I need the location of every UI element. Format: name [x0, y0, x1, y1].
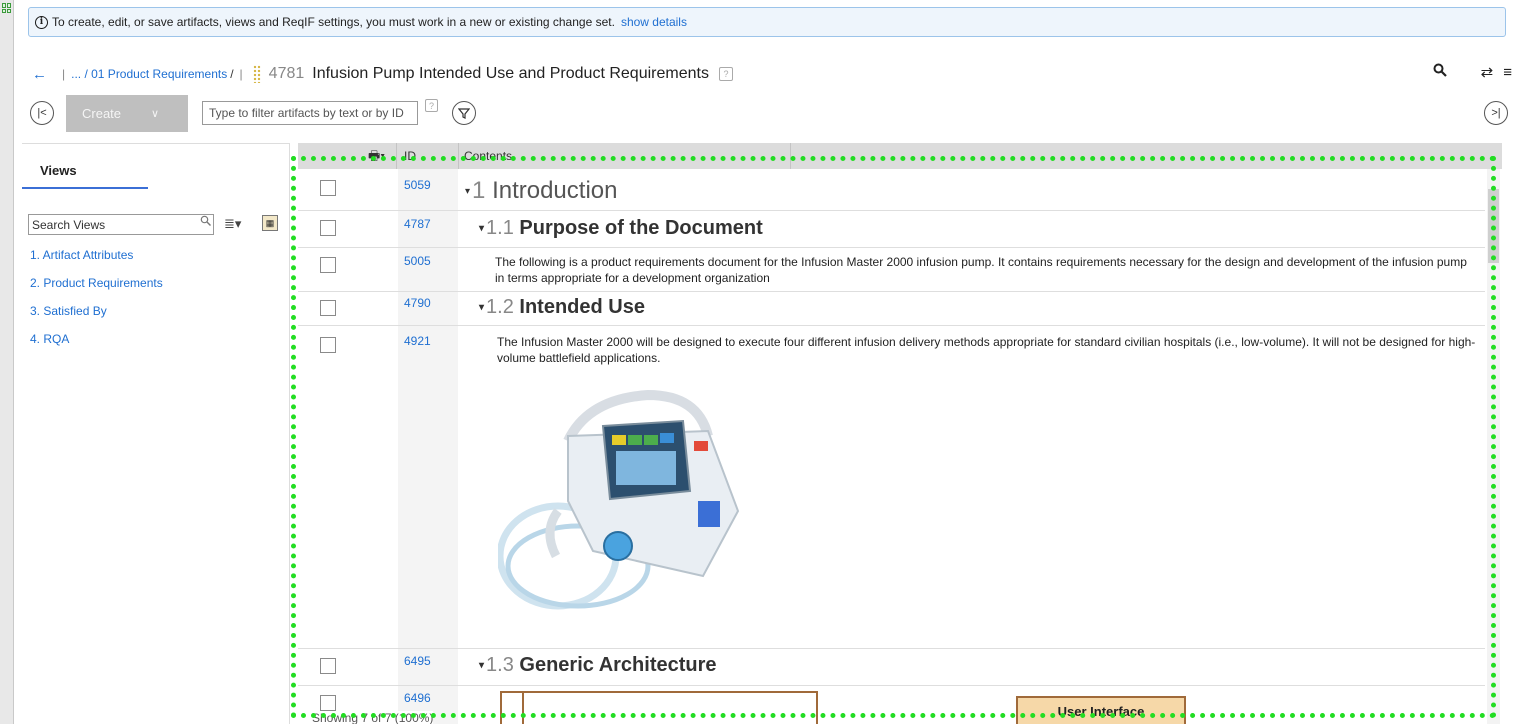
show-details-link[interactable]: show details	[621, 15, 687, 29]
heading-2: ▾ 1.2 Intended Use	[479, 296, 645, 319]
column-divider	[458, 143, 459, 169]
app-gutter	[0, 0, 14, 724]
change-set-banner: i To create, edit, or save artifacts, vi…	[28, 7, 1506, 37]
breadcrumb-slash: /	[230, 67, 234, 81]
artifact-id-link[interactable]: 4790	[404, 296, 431, 310]
collapse-caret-icon[interactable]: ▾	[479, 302, 484, 313]
artifact-text: The following is a product requirements …	[495, 255, 1467, 285]
column-header-id[interactable]: ID	[404, 149, 416, 163]
banner-message: To create, edit, or save artifacts, view…	[52, 15, 615, 29]
view-item-product-requirements[interactable]: 2. Product Requirements	[30, 275, 163, 303]
table-row[interactable]: 6496	[298, 686, 1485, 724]
row-checkbox[interactable]	[320, 337, 336, 353]
views-panel: Views ≣▾ ▦ 1. Artifact Attributes 2. Pro…	[22, 143, 290, 724]
user-interface-diagram-box: User Interface	[1016, 696, 1186, 724]
refresh-icon[interactable]: ⇄ ≡	[1481, 63, 1512, 82]
table-row[interactable]: 6495 ▾ 1.3 Generic Architecture	[298, 649, 1485, 686]
artifact-id-link[interactable]: 4921	[404, 334, 431, 348]
search-views-input[interactable]	[28, 214, 214, 235]
artifact-text: The Infusion Master 2000 will be designe…	[497, 335, 1476, 365]
table-row[interactable]: 4790 ▾ 1.2 Intended Use	[298, 292, 1485, 326]
column-divider	[396, 143, 397, 169]
column-divider	[790, 143, 791, 169]
filter-artifacts-input[interactable]	[202, 101, 418, 125]
search-icon	[200, 215, 211, 229]
new-view-icon[interactable]: ▦	[262, 215, 278, 231]
grid-header: 🖶▾ ID Contents	[298, 143, 1502, 169]
row-checkbox[interactable]	[320, 257, 336, 273]
infusion-pump-image	[498, 389, 740, 610]
breadcrumb-separator: |	[62, 67, 66, 81]
tab-views[interactable]: Views	[22, 144, 148, 189]
toolbar: |< Create ∨ ? >|	[30, 95, 1514, 132]
heading-2: ▾ 1.1 Purpose of the Document	[479, 217, 763, 240]
table-row[interactable]: 4787 ▾ 1.1 Purpose of the Document	[298, 211, 1485, 248]
view-list: 1. Artifact Attributes 2. Product Requir…	[30, 247, 163, 359]
artifact-id-link[interactable]: 5005	[404, 254, 431, 268]
heading-title: Generic Architecture	[519, 654, 717, 676]
create-button-label: Create	[82, 106, 122, 121]
table-row[interactable]: 5005 The following is a product requirem…	[298, 248, 1485, 292]
sort-views-icon[interactable]: ≣▾	[224, 216, 241, 232]
heading-title: Introduction	[492, 177, 618, 204]
page-title: Infusion Pump Intended Use and Product R…	[312, 65, 709, 82]
view-item-rqa[interactable]: 4. RQA	[30, 331, 163, 359]
search-icon[interactable]	[1433, 63, 1447, 81]
heading-title: Purpose of the Document	[519, 217, 763, 239]
row-checkbox[interactable]	[320, 658, 336, 674]
info-icon: i	[35, 15, 48, 29]
heading-number: 1.3	[486, 654, 514, 676]
showing-count: Showing 7 of 7 (100%)	[312, 711, 434, 724]
view-item-satisfied-by[interactable]: 3. Satisfied By	[30, 303, 163, 331]
heading-number: 1	[472, 177, 486, 204]
drag-handle-icon[interactable]	[252, 65, 261, 83]
row-checkbox[interactable]	[320, 300, 336, 316]
architecture-diagram-box	[500, 691, 818, 724]
create-button[interactable]: Create ∨	[66, 95, 188, 132]
collapse-caret-icon[interactable]: ▾	[479, 660, 484, 671]
artifact-id-link[interactable]: 4787	[404, 217, 431, 231]
document-id: 4781	[268, 65, 305, 82]
scrollbar-thumb[interactable]	[1488, 189, 1499, 263]
breadcrumb: ← | ... / 01 Product Requirements / | 47…	[32, 63, 1512, 85]
filter-help-icon[interactable]: ?	[425, 99, 438, 112]
artifacts-grid: 🖶▾ ID Contents 5059 ▾1 Introduction 4787…	[298, 143, 1502, 724]
collapse-caret-icon[interactable]: ▾	[465, 186, 470, 197]
back-arrow-icon[interactable]: ←	[32, 66, 47, 83]
heading-title: Intended Use	[519, 296, 645, 318]
app-grid-icon[interactable]	[2, 3, 12, 13]
row-checkbox[interactable]	[320, 695, 336, 711]
chevron-down-icon: ∨	[151, 108, 160, 120]
column-header-contents[interactable]: Contents	[464, 149, 512, 163]
print-icon[interactable]: 🖶▾	[368, 147, 385, 169]
artifact-id-link[interactable]: 6496	[404, 691, 431, 705]
heading-number: 1.2	[486, 296, 514, 318]
collapse-left-icon[interactable]: |<	[30, 101, 54, 125]
header-tools: ⇄ ≡	[1433, 63, 1512, 81]
heading-1: ▾1 Introduction	[465, 177, 617, 205]
artifact-id-link[interactable]: 5059	[404, 178, 431, 192]
breadcrumb-path-link[interactable]: ... / 01 Product Requirements	[71, 67, 227, 81]
menu-icon[interactable]: ≡	[1503, 64, 1512, 81]
artifact-id-link[interactable]: 6495	[404, 654, 431, 668]
view-item-artifact-attributes[interactable]: 1. Artifact Attributes	[30, 247, 163, 275]
heading-number: 1.1	[486, 217, 514, 239]
collapse-caret-icon[interactable]: ▾	[479, 223, 484, 234]
table-row[interactable]: 4921 The Infusion Master 2000 will be de…	[298, 326, 1485, 649]
row-checkbox[interactable]	[320, 180, 336, 196]
filter-icon[interactable]	[452, 101, 476, 125]
help-icon[interactable]: ?	[718, 67, 733, 81]
heading-2: ▾ 1.3 Generic Architecture	[479, 654, 717, 677]
row-checkbox[interactable]	[320, 220, 336, 236]
table-row[interactable]: 5059 ▾1 Introduction	[298, 169, 1485, 211]
collapse-right-icon[interactable]: >|	[1484, 101, 1508, 125]
breadcrumb-separator: |	[239, 67, 243, 81]
